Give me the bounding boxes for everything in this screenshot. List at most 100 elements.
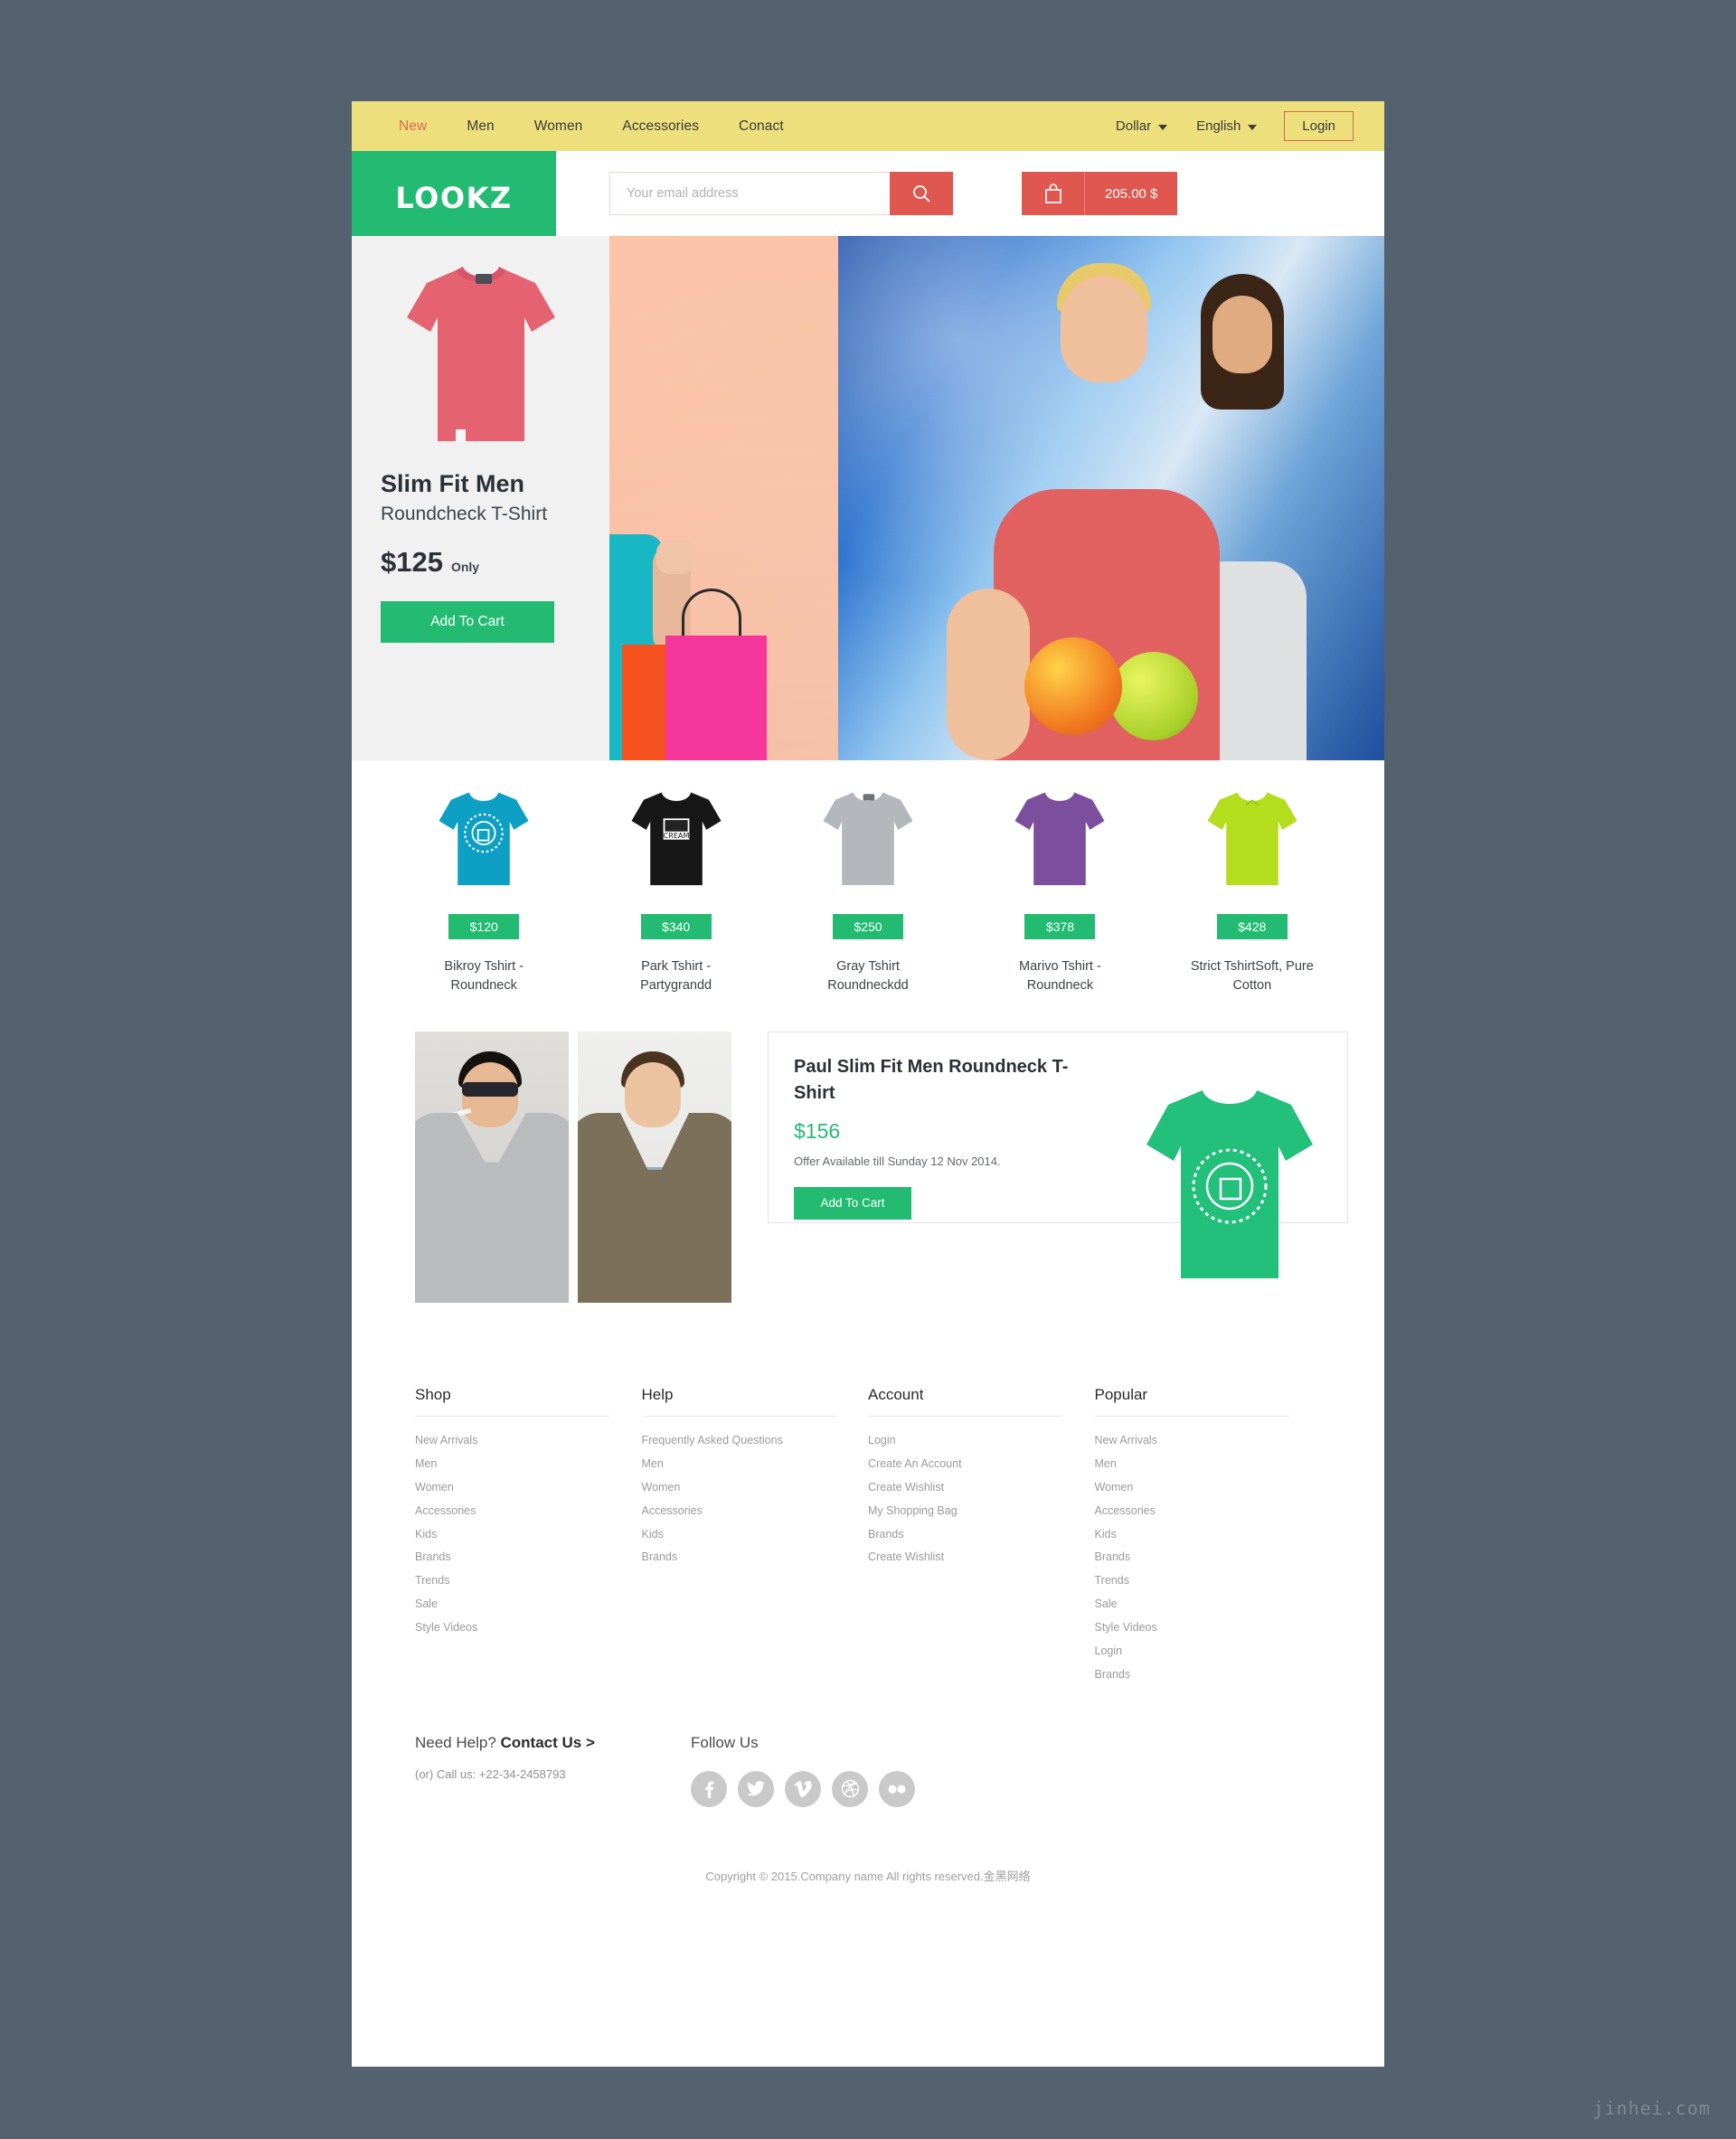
- footer-link[interactable]: Brands: [642, 1546, 869, 1569]
- product-price[interactable]: $250: [833, 914, 904, 939]
- product-name: Marivo Tshirt - Roundneck: [1019, 959, 1101, 994]
- call-us-text: (or) Call us: +22-34-2458793: [415, 1767, 566, 1781]
- product-image: [435, 782, 533, 890]
- footer-link[interactable]: Trends: [1095, 1569, 1322, 1593]
- product-price[interactable]: $340: [640, 914, 712, 939]
- facebook-icon[interactable]: [691, 1770, 727, 1807]
- footer-column-shop: Shop New Arrivals Men Women Accessories …: [415, 1386, 642, 1687]
- footer-link[interactable]: Men: [1095, 1453, 1322, 1476]
- footer-link[interactable]: Login: [1095, 1640, 1322, 1663]
- hero-price-value: $125: [381, 546, 443, 578]
- footer-link[interactable]: Sale: [415, 1593, 642, 1616]
- vimeo-icon[interactable]: [785, 1770, 821, 1807]
- footer-link[interactable]: Create An Account: [868, 1453, 1095, 1476]
- contact-us-link[interactable]: Contact Us >: [501, 1734, 595, 1751]
- promo-add-to-cart-button[interactable]: Add To Cart: [794, 1186, 911, 1220]
- footer-link[interactable]: Brands: [415, 1546, 642, 1569]
- footer-link[interactable]: Women: [415, 1476, 642, 1500]
- nav-item-women[interactable]: Women: [514, 118, 603, 135]
- footer-link[interactable]: New Arrivals: [1095, 1429, 1322, 1453]
- footer-link[interactable]: Frequently Asked Questions: [642, 1429, 869, 1453]
- bowling-ball-green: [1109, 652, 1198, 740]
- footer-link[interactable]: Login: [868, 1429, 1095, 1453]
- footer-link[interactable]: Brands: [868, 1523, 1095, 1547]
- footer-link[interactable]: Women: [1095, 1476, 1322, 1500]
- footer-link[interactable]: Accessories: [415, 1500, 642, 1523]
- vimeo-glyph: [794, 1780, 812, 1797]
- model-jacket: [578, 1113, 731, 1304]
- lookbook-image-2[interactable]: [578, 1032, 731, 1304]
- product-card[interactable]: $120 Bikroy Tshirt - Roundneck: [388, 782, 580, 995]
- footer-link[interactable]: Brands: [1095, 1546, 1322, 1569]
- product-card[interactable]: $378 Marivo Tshirt - Roundneck: [964, 782, 1156, 995]
- flickr-icon[interactable]: [879, 1770, 915, 1807]
- hero-price-note: Only: [450, 560, 480, 574]
- dribbble-icon[interactable]: [832, 1770, 868, 1807]
- follow-us-heading: Follow Us: [691, 1733, 759, 1751]
- nav-item-men[interactable]: Men: [447, 118, 514, 135]
- footer-link[interactable]: Style Videos: [1095, 1616, 1322, 1640]
- product-grid: $120 Bikroy Tshirt - Roundneck CREAM $34…: [352, 760, 1384, 1032]
- shopping-bag-icon: [1044, 184, 1061, 203]
- svg-text:CREAM: CREAM: [663, 831, 689, 840]
- cart-icon-button[interactable]: [1022, 172, 1085, 215]
- footer-link[interactable]: Create Wishlist: [868, 1546, 1095, 1569]
- hero-product-panel: Slim Fit Men Roundcheck T-Shirt $125 Onl…: [352, 236, 609, 760]
- footer-link[interactable]: Create Wishlist: [868, 1476, 1095, 1500]
- product-card[interactable]: CREAM $340 Park Tshirt - Partygrandd: [580, 782, 771, 995]
- footer-link[interactable]: My Shopping Bag: [868, 1500, 1095, 1523]
- twitter-glyph: [747, 1781, 765, 1796]
- cart-widget[interactable]: 205.00 $: [1022, 172, 1178, 215]
- lookbook-image-1[interactable]: [415, 1032, 569, 1304]
- product-card[interactable]: $428 Strict TshirtSoft, Pure Cotton: [1156, 782, 1348, 995]
- hero-image-couple: [838, 236, 1384, 760]
- tshirt-icon: [1014, 792, 1105, 886]
- footer-link[interactable]: Accessories: [1095, 1500, 1322, 1523]
- footer-link[interactable]: Brands: [1095, 1663, 1322, 1687]
- cart-total[interactable]: 205.00 $: [1085, 172, 1177, 215]
- product-price[interactable]: $428: [1216, 914, 1288, 939]
- site-header: LOOKZ 205.00 $: [352, 151, 1384, 236]
- footer-link[interactable]: Women: [642, 1476, 869, 1500]
- hero-title: Slim Fit Men: [381, 470, 525, 497]
- footer-link[interactable]: Kids: [415, 1523, 642, 1547]
- language-selector[interactable]: English: [1182, 118, 1271, 134]
- nav-item-accessories[interactable]: Accessories: [602, 118, 719, 135]
- nav-item-contact[interactable]: Conact: [719, 118, 804, 135]
- footer-link[interactable]: Men: [642, 1453, 869, 1476]
- login-button[interactable]: Login: [1284, 111, 1354, 141]
- man-arm: [947, 589, 1030, 760]
- footer-link[interactable]: Style Videos: [415, 1616, 642, 1640]
- bag-handles: [682, 589, 741, 643]
- footer-column-account: Account Login Create An Account Create W…: [868, 1386, 1095, 1687]
- footer-column-popular: Popular New Arrivals Men Women Accessori…: [1094, 1386, 1322, 1687]
- hero-image-shopper: [609, 236, 838, 760]
- product-image: CREAM: [627, 782, 725, 890]
- nav-item-new[interactable]: New: [379, 118, 447, 135]
- footer-link[interactable]: Kids: [642, 1523, 869, 1547]
- product-card[interactable]: $250 Gray Tshirt Roundneckdd: [772, 782, 964, 995]
- twitter-icon[interactable]: [738, 1770, 774, 1807]
- footer-link[interactable]: New Arrivals: [415, 1429, 642, 1453]
- need-help-label: Need Help?: [415, 1733, 496, 1751]
- tshirt-red-icon: [406, 267, 555, 442]
- footer-link[interactable]: Men: [415, 1453, 642, 1476]
- footer-link[interactable]: Sale: [1095, 1593, 1322, 1616]
- search-input[interactable]: [609, 172, 890, 215]
- woman-face: [1212, 296, 1272, 373]
- footer-link-list: Frequently Asked Questions Men Women Acc…: [642, 1429, 869, 1569]
- site-logo[interactable]: LOOKZ: [352, 151, 556, 236]
- footer-link[interactable]: Trends: [415, 1569, 642, 1593]
- product-price[interactable]: $378: [1024, 914, 1096, 939]
- sunglasses-icon: [462, 1082, 518, 1098]
- currency-selector[interactable]: Dollar: [1101, 118, 1182, 134]
- page-container: New Men Women Accessories Conact Dollar …: [352, 101, 1384, 2067]
- footer-link[interactable]: Accessories: [642, 1500, 869, 1523]
- hero-add-to-cart-button[interactable]: Add To Cart: [381, 601, 554, 643]
- product-name: Gray Tshirt Roundneckdd: [827, 959, 909, 994]
- primary-nav: New Men Women Accessories Conact: [379, 118, 804, 135]
- footer-heading: Shop: [415, 1386, 610, 1418]
- footer-link[interactable]: Kids: [1095, 1523, 1322, 1547]
- product-price[interactable]: $120: [448, 914, 520, 939]
- search-button[interactable]: [890, 172, 953, 215]
